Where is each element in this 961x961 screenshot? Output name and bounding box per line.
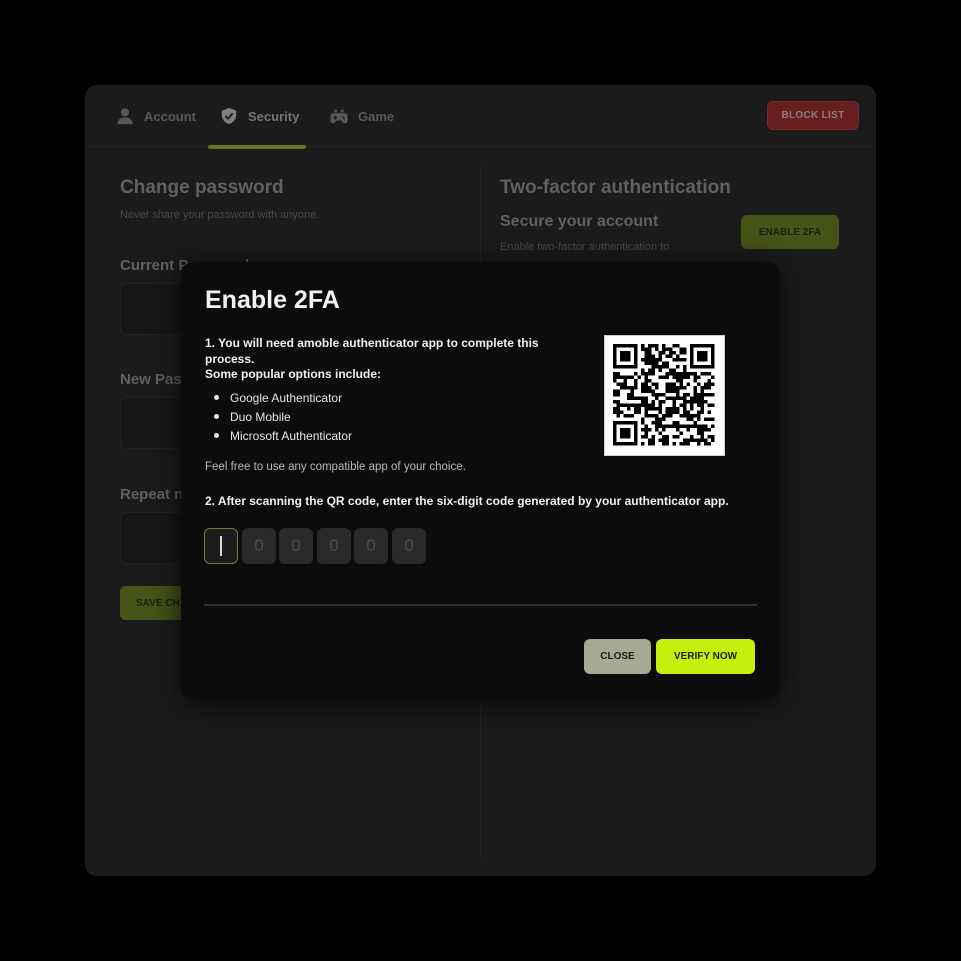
block-list-button[interactable]: BLOCK LIST — [767, 101, 859, 130]
close-button[interactable]: CLOSE — [584, 639, 651, 674]
tab-game[interactable]: Game — [330, 85, 394, 147]
list-item: Duo Mobile — [205, 409, 352, 428]
tab-security[interactable]: Security — [220, 85, 299, 147]
tab-security-label: Security — [248, 108, 300, 124]
code-digit-input[interactable]: 0 — [392, 528, 426, 564]
qr-code-image — [613, 344, 715, 446]
tab-game-label: Game — [358, 108, 395, 124]
change-password-subtitle: Never share your password with anyone. — [120, 209, 320, 221]
tab-account-label: Account — [144, 108, 196, 124]
code-digit-input[interactable]: 0 — [279, 528, 313, 564]
list-item: Microsoft Authenticator — [205, 428, 352, 447]
authenticator-app-list: Google Authenticator Duo Mobile Microsof… — [205, 390, 352, 447]
qr-code — [604, 335, 725, 456]
modal-title: Enable 2FA — [205, 286, 340, 314]
step-1-instructions: 1. You will need amoble authenticator ap… — [205, 336, 575, 383]
list-item: Google Authenticator — [205, 390, 352, 409]
gamepad-icon — [330, 109, 348, 124]
step-1-text: 1. You will need amoble authenticator ap… — [205, 336, 539, 366]
code-digit-input[interactable]: 0 — [354, 528, 388, 564]
shield-check-icon — [221, 107, 237, 125]
step-2-instructions: 2. After scanning the QR code, enter the… — [205, 494, 729, 508]
active-tab-indicator — [208, 145, 306, 149]
modal-divider — [204, 604, 757, 606]
secure-account-title: Secure your account — [500, 213, 659, 230]
code-digit-input[interactable]: 0 — [242, 528, 276, 564]
compatible-app-note: Feel free to use any compatible app of y… — [205, 461, 466, 473]
two-factor-title: Two-factor authentication — [500, 177, 731, 198]
secure-account-description: Enable two-factor authentication to — [500, 241, 670, 253]
code-digit-input[interactable] — [204, 528, 238, 564]
user-icon — [117, 108, 133, 125]
code-digit-input[interactable]: 0 — [317, 528, 351, 564]
tab-bar: Account Security Game BLOCK LIST — [85, 85, 876, 149]
tab-account[interactable]: Account — [116, 85, 196, 147]
popular-options-text: Some popular options include: — [205, 367, 382, 381]
change-password-title: Change password — [120, 177, 284, 198]
text-caret — [220, 536, 222, 556]
enable-2fa-button[interactable]: ENABLE 2FA — [741, 215, 839, 249]
enable-2fa-modal: Enable 2FA 1. You will need amoble authe… — [181, 262, 780, 699]
verify-now-button[interactable]: VERIFY NOW — [656, 639, 755, 674]
